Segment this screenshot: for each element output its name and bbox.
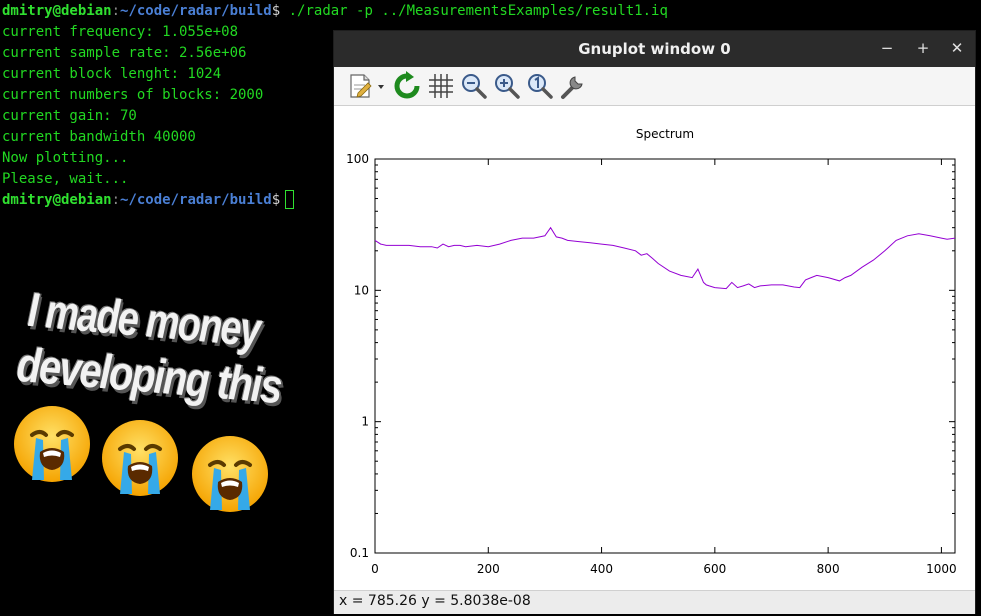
settings-wrench-icon [561,76,583,99]
terminal-output-line: Now plotting... [2,150,129,166]
terminal-command: ./radar -p ../MeasurementsExamples/resul… [280,3,668,19]
terminal-output-line: current numbers of blocks: 2000 [2,87,264,103]
zoom-in-button[interactable] [492,71,522,101]
maximize-button[interactable]: + [912,37,934,59]
copy-to-clipboard-icon [350,74,384,98]
zoom-out-button[interactable] [459,71,489,101]
minimize-button[interactable]: − [876,37,898,59]
status-bar: x = 785.26 y = 5.8038e-08 [334,590,975,614]
terminal-output-line: current bandwidth 40000 [2,129,196,145]
prompt-path: ~/code/radar/build [120,192,272,208]
grid-button[interactable] [426,71,456,101]
prompt-dollar: $ [271,192,281,208]
plot-area[interactable]: Spectrum 0 200 400 600 800 1000 0.1 1 10 100 [334,106,975,590]
loudly-crying-face-icon [102,420,178,496]
prompt-separator: : [111,3,121,19]
cursor-coordinates: x = 785.26 y = 5.8038e-08 [339,593,531,609]
gnuplot-window[interactable]: Gnuplot window 0 − + ✕ Spectrum 0 200 40… [333,30,976,614]
prompt-path: ~/code/radar/build [120,3,272,19]
window-titlebar[interactable]: Gnuplot window 0 − + ✕ [334,31,975,67]
x-tick-label: 800 [817,562,840,576]
x-tick-label: 1000 [926,562,957,576]
x-tick-label: 400 [590,562,613,576]
terminal-output-line: current block lenght: 1024 [2,66,222,82]
prompt-separator: : [111,192,121,208]
terminal-output-line: Please, wait... [2,171,129,187]
zoom-reset-icon [528,74,553,99]
zoom-in-icon [495,74,520,99]
y-tick-label: 0.1 [350,546,369,560]
x-tick-label: 0 [371,562,379,576]
terminal-output-line: current gain: 70 [2,108,137,124]
terminal-command-line: dmitry@debian:~/code/radar/build$ ./rada… [2,1,668,22]
spectrum-chart: Spectrum 0 200 400 600 800 1000 0.1 1 10 100 [346,127,957,576]
plot-border [374,158,956,554]
zoom-out-icon [462,74,487,99]
prompt-user: dmitry@debian [2,3,112,19]
x-tick-label: 600 [703,562,726,576]
series-line [374,226,956,290]
loudly-crying-face-icon [192,436,268,512]
plot-toolbar [334,67,975,106]
copy-to-clipboard-button[interactable] [346,71,388,101]
replot-icon [394,71,420,99]
close-button[interactable]: ✕ [946,37,968,59]
settings-button[interactable] [558,71,588,101]
terminal-output-line: current frequency: 1.055e+08 [2,24,239,40]
prompt-dollar: $ [271,3,281,19]
y-tick-label: 1 [361,415,369,429]
y-tick-label: 10 [354,283,369,297]
prompt-user: dmitry@debian [2,192,112,208]
y-tick-label: 100 [346,152,369,166]
meme-overlay: I made money developing this [0,270,335,530]
replot-button[interactable] [392,71,422,101]
terminal-cursor [285,190,295,209]
x-tick-label: 200 [477,562,500,576]
grid-icon [429,74,453,98]
loudly-crying-face-icon [14,406,90,482]
zoom-reset-button[interactable] [525,71,555,101]
chart-title: Spectrum [636,127,694,141]
terminal-prompt-line[interactable]: dmitry@debian:~/code/radar/build$ [2,190,295,211]
terminal-output-line: current sample rate: 2.56e+06 [2,45,247,61]
